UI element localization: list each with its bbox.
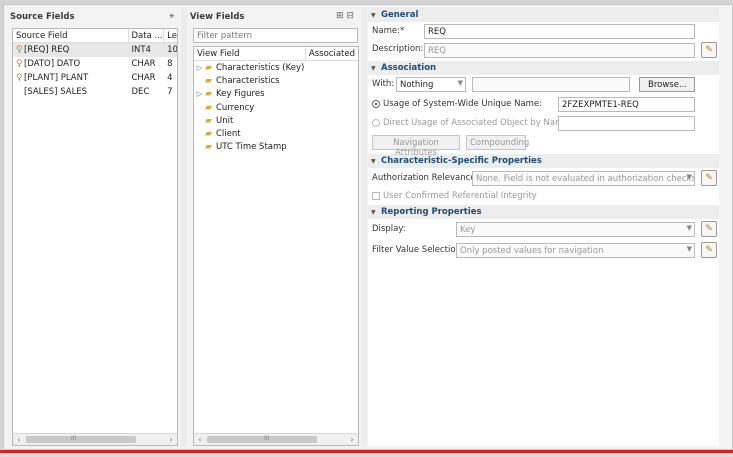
collapse-icon: ▼ [371,208,376,216]
authorization-select[interactable]: None. Field is not evaluated in authoriz… [472,171,695,186]
scroll-thumb[interactable] [26,436,136,443]
col-view-field[interactable]: View Field [194,47,306,60]
col-length[interactable]: Le [164,29,177,42]
splitter-left[interactable] [181,8,187,446]
name-input[interactable]: REQ [424,24,695,39]
chevron-down-icon: ▼ [686,224,692,232]
tree-item[interactable]: ▰ Unit [194,114,358,127]
tree-item[interactable]: ▰ Currency [194,101,358,114]
table-row[interactable]: [SALES] SALES DEC 7 [13,85,177,99]
referential-integrity-checkbox[interactable] [372,192,380,200]
folder-icon: ▰ [205,62,212,73]
properties-pane: ▼ General Name:* REQ Description: REQ ✎ ▼… [368,8,719,446]
compounding-button[interactable]: Compounding [466,135,529,150]
bottom-tab-strip [0,453,733,457]
direct-usage-input[interactable] [558,116,695,131]
collapse-icon: ▼ [371,11,376,19]
section-reporting-properties[interactable]: ▼ Reporting Properties [368,205,719,219]
folder-icon: ▰ [205,75,212,86]
view-tree-header: View Field Associated [194,47,358,61]
direct-usage-radio[interactable] [372,119,380,127]
chevron-down-icon: ▼ [457,79,463,87]
scroll-thumb[interactable] [207,436,317,443]
add-field-icon[interactable]: ⚹ [169,11,181,23]
tree-item[interactable]: ▰ UTC Time Stamp [194,141,358,154]
table-row[interactable]: ♀[DATO] DATO CHAR 8 [13,57,177,71]
key-icon: ♀ [16,45,23,55]
tree-item[interactable]: ▰ Characteristics [194,74,358,87]
filter-selection-select[interactable]: Only posted values for navigation ▼ [456,243,695,258]
usage-unique-name-label: Usage of System-Wide Unique Name: [383,99,543,109]
edit-pencil-icon[interactable]: ✎ [701,242,717,258]
edit-pencil-icon[interactable]: ✎ [701,170,717,186]
chevron-down-icon: ▼ [686,245,692,253]
unique-name-input[interactable]: 2FZEXPMTE1-REQ [558,97,695,112]
collapse-icon: ▼ [371,157,376,165]
association-target-input[interactable] [472,77,630,92]
col-associated[interactable]: Associated [306,47,358,60]
authorization-label: Authorization Relevance: [372,173,479,183]
col-source-field[interactable]: Source Field [13,29,129,42]
folder-icon: ▰ [205,115,212,126]
folder-icon: ▰ [205,129,212,140]
expand-arrow-icon[interactable]: ▷ [194,64,205,72]
edit-pencil-icon[interactable]: ✎ [701,42,717,58]
with-label: With: [372,79,395,89]
tree-item[interactable]: ▰ Client [194,127,358,140]
source-fields-title: Source Fields [10,12,75,22]
source-fields-table: Source Field Data ... Le ♀[REQ] REQ INT4… [12,28,178,446]
view-fields-tree: View Field Associated ▷ ▰ Characteristics … [193,46,359,446]
chevron-down-icon: ▼ [686,173,692,181]
usage-unique-name-radio[interactable] [372,100,380,108]
view-fields-title: View Fields [190,12,245,22]
source-hscrollbar[interactable]: ‹ III › [13,433,177,445]
key-icon: ♀ [16,59,23,69]
expand-all-icon[interactable]: ⊞ [336,11,347,21]
key-icon: ♀ [16,73,23,83]
expand-arrow-icon[interactable]: ▷ [194,90,205,98]
collapse-all-icon[interactable]: ⊟ [347,11,358,21]
name-label: Name:* [372,26,405,36]
display-label: Display: [372,224,406,234]
folder-icon: ▰ [205,142,212,153]
referential-integrity-label: User Confirmed Referential Integrity [383,191,537,201]
description-input[interactable]: REQ [424,43,695,58]
with-select[interactable]: Nothing ▼ [396,77,466,92]
source-table-header: Source Field Data ... Le [13,29,177,43]
scroll-left-icon[interactable]: ‹ [194,434,206,445]
navigation-attributes-button[interactable]: Navigation Attributes [372,135,460,158]
splitter-right[interactable] [362,8,367,446]
scroll-right-icon[interactable]: › [165,434,177,445]
folder-icon: ▰ [205,89,212,100]
folder-icon: ▰ [205,102,212,113]
section-association[interactable]: ▼ Association [368,61,719,75]
display-select[interactable]: Key ▼ [456,222,695,237]
section-general[interactable]: ▼ General [368,8,719,22]
table-row[interactable]: ♀[REQ] REQ INT4 10 [13,43,177,57]
direct-usage-label: Direct Usage of Associated Object by Nam… [383,118,572,128]
tree-item[interactable]: ▷ ▰ Characteristics (Key) [194,61,358,74]
edit-pencil-icon[interactable]: ✎ [701,221,717,237]
description-label: Description: [372,44,424,54]
col-data-type[interactable]: Data ... [129,29,165,42]
scroll-right-icon[interactable]: › [346,434,358,445]
filter-input[interactable]: Filter pattern [193,28,358,43]
scroll-left-icon[interactable]: ‹ [13,434,25,445]
collapse-icon: ▼ [371,64,376,72]
browse-button[interactable]: Browse... [639,77,695,92]
table-row[interactable]: ♀[PLANT] PLANT CHAR 4 [13,71,177,85]
filter-selection-label: Filter Value Selection: [372,245,464,255]
tree-item[interactable]: ▷ ▰ Key Figures [194,88,358,101]
view-hscrollbar[interactable]: ‹ III › [194,433,358,445]
